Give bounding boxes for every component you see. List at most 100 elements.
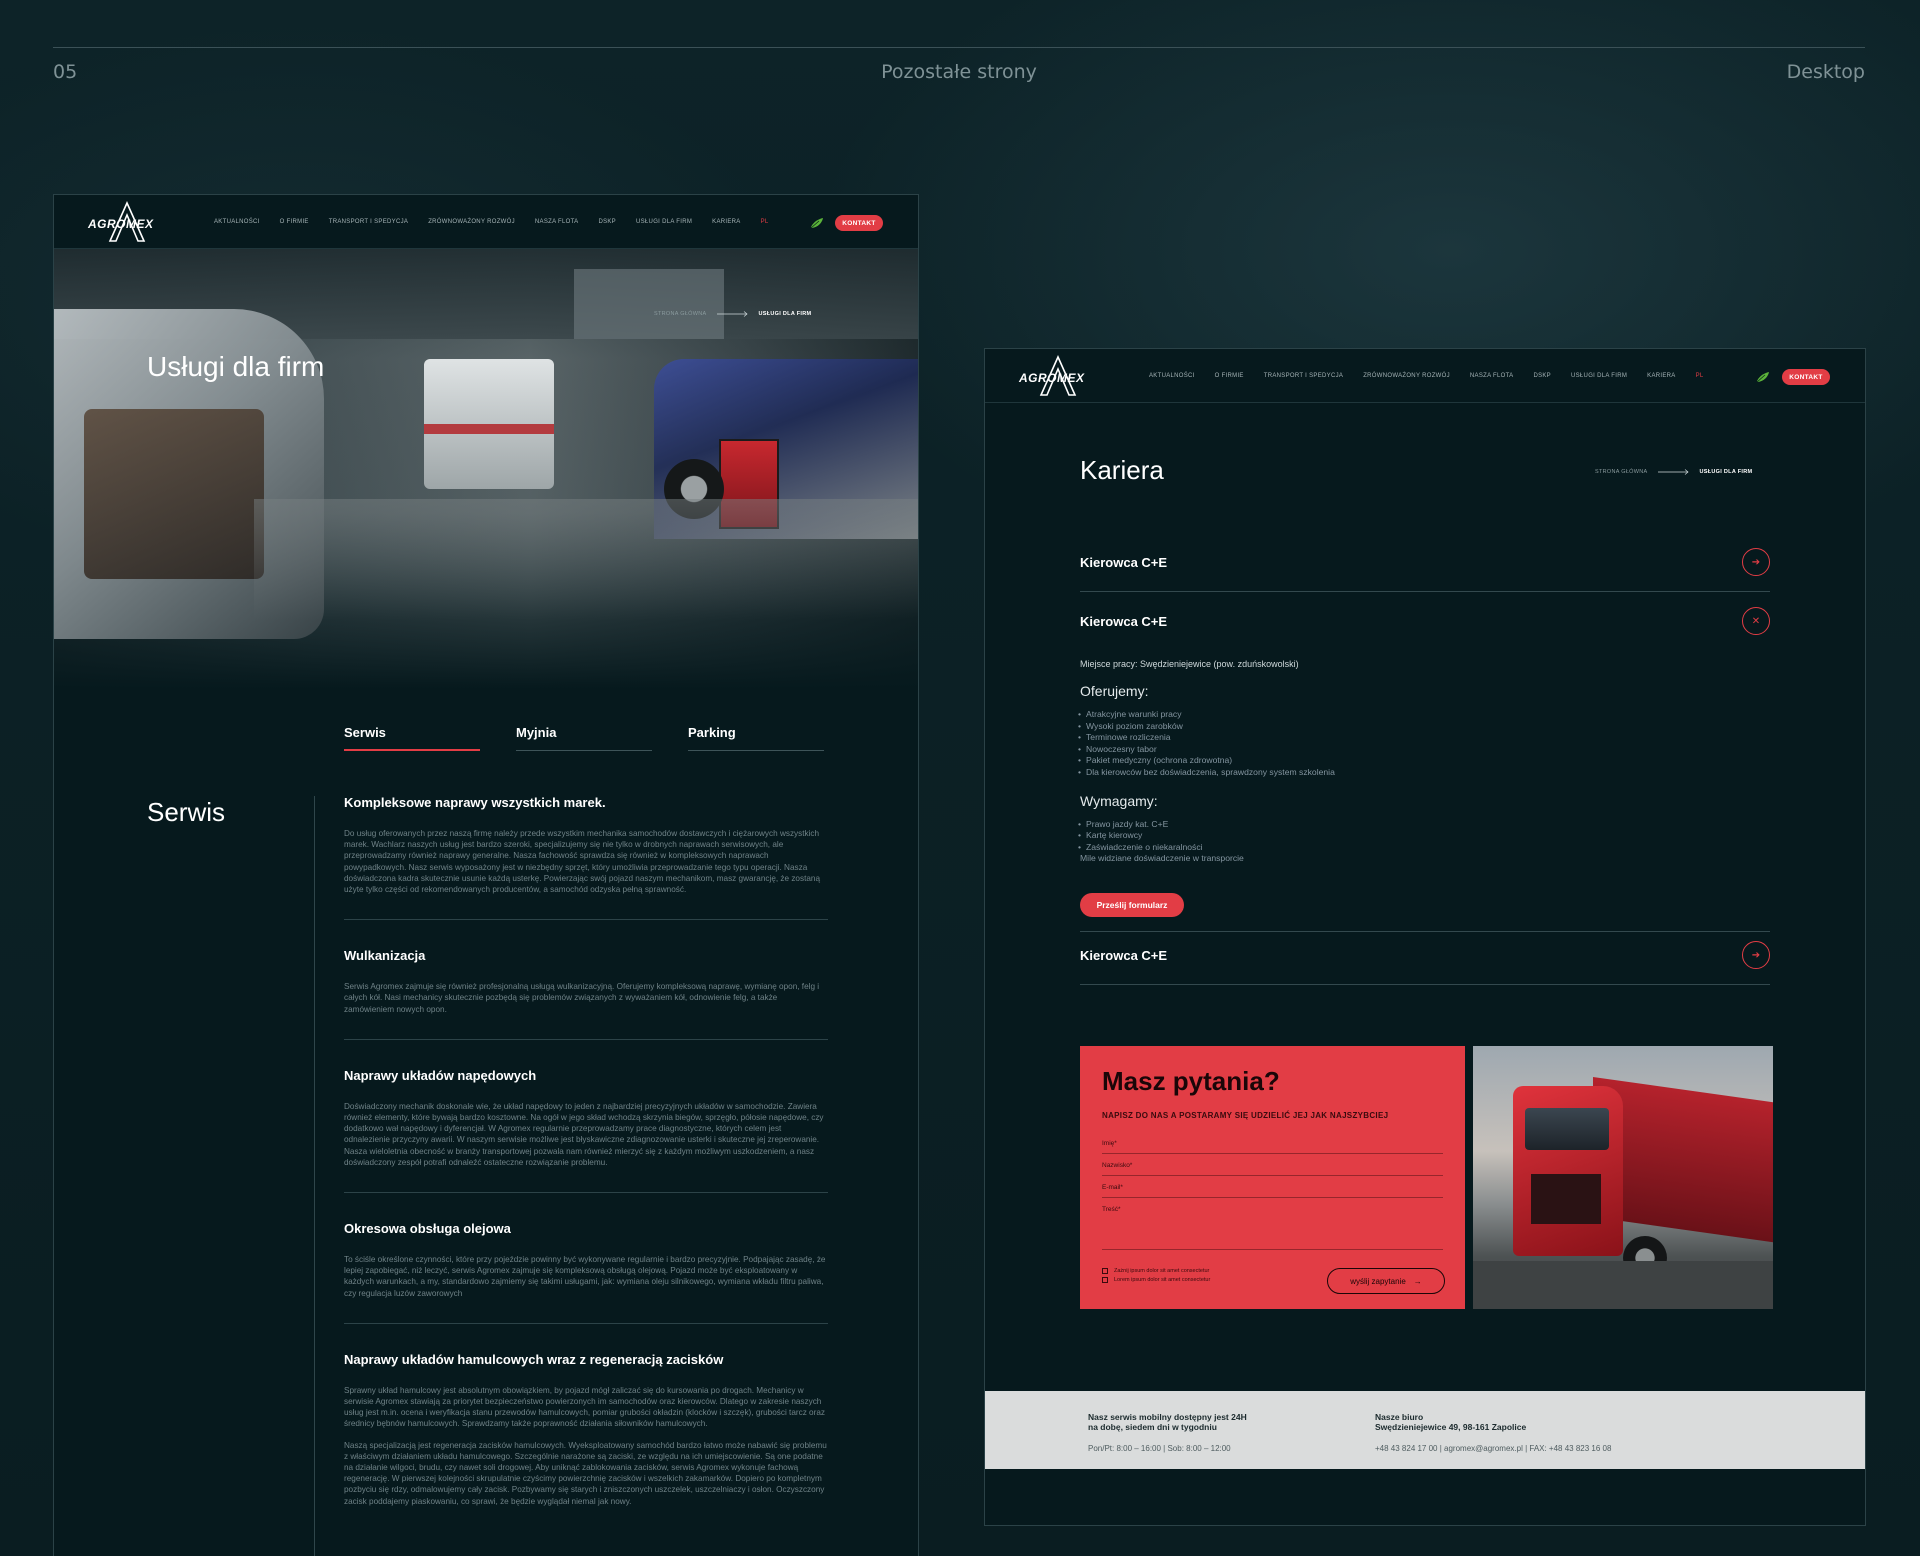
services-list: Kompleksowe naprawy wszystkich marek. Do… — [344, 795, 828, 1556]
job-header[interactable]: Kierowca C+E ➔ — [1080, 941, 1770, 969]
service-text: To ściśle określone czynności, które prz… — [344, 1255, 826, 1298]
first-name-field[interactable]: Imię* — [1102, 1132, 1443, 1154]
breadcrumb-current: USŁUGI DLA FIRM — [1699, 469, 1753, 475]
requirements-heading: Wymagamy: — [1080, 792, 1158, 809]
nav-item-o-firmie[interactable]: O FIRMIE — [280, 219, 309, 225]
breadcrumb-home[interactable]: STRONA GŁÓWNA — [1595, 469, 1648, 475]
job-note: Mile widziane doświadczenie w transporci… — [1080, 853, 1244, 864]
nav-item-aktualnosci[interactable]: AKTUALNOŚCI — [1149, 373, 1195, 379]
list-item: Zaświadczenie o niekaralności — [1078, 842, 1770, 854]
footer-office-address: Swędzieniejewice 49, 98-161 Zapolice — [1375, 1421, 1527, 1432]
logo-text: AGROMEX — [88, 217, 154, 231]
page-title: Kariera — [1080, 455, 1164, 485]
nav-item-uslugi[interactable]: USŁUGI DLA FIRM — [1571, 373, 1627, 379]
nav-item-uslugi[interactable]: USŁUGI DLA FIRM — [636, 219, 692, 225]
breadcrumb: STRONA GŁÓWNA USŁUGI DLA FIRM — [1595, 469, 1752, 475]
vertical-divider — [314, 796, 315, 1556]
contact-form: Masz pytania? NAPISZ DO NAS A POSTARAMY … — [1080, 1046, 1465, 1309]
nav-item-rozwoj[interactable]: ZRÓWNOWAŻONY ROZWÓJ — [428, 219, 515, 225]
language-switch[interactable]: PL — [761, 219, 769, 225]
arrow-right-icon[interactable]: ➔ — [1742, 941, 1770, 969]
contact-subtitle: NAPISZ DO NAS A POSTARAMY SIĘ UDZIELIĆ J… — [1102, 1111, 1389, 1120]
service-text: Doświadczony mechanik doskonale wie, że … — [344, 1101, 824, 1167]
photo-windshield — [1525, 1108, 1609, 1150]
checkbox[interactable] — [1102, 1268, 1108, 1274]
message-field[interactable]: Treść* — [1102, 1198, 1443, 1250]
offer-list: Atrakcyjne warunki pracy Wysoki poziom z… — [1078, 709, 1770, 779]
nav-item-transport[interactable]: TRANSPORT I SPEDYCJA — [329, 219, 408, 225]
form-fields: Imię* Nazwisko* E-mail* Treść* — [1102, 1132, 1443, 1250]
last-name-field[interactable]: Nazwisko* — [1102, 1154, 1443, 1176]
job-accordion-item: Kierowca C+E ➔ — [1080, 548, 1770, 592]
job-location: Miejsce pracy: Swędzieniejewice (pow. zd… — [1080, 659, 1299, 669]
list-item: Terminowe rozliczenia — [1078, 732, 1770, 744]
nav-item-flota[interactable]: NASZA FLOTA — [535, 219, 579, 225]
logo-text: AGROMEX — [1019, 371, 1085, 385]
nav-item-flota[interactable]: NASZA FLOTA — [1470, 373, 1514, 379]
job-header[interactable]: Kierowca C+E ➔ — [1080, 548, 1770, 576]
service-item: Naprawy układów hamulcowych wraz z regen… — [344, 1352, 828, 1531]
nav-item-rozwoj[interactable]: ZRÓWNOWAŻONY ROZWÓJ — [1363, 373, 1450, 379]
section-title: Serwis — [147, 797, 226, 827]
consents: Zażnij ipsum dolor sit amet consectetur … — [1102, 1268, 1210, 1286]
service-text: Do usług oferowanych przez naszą firmę n… — [344, 829, 821, 895]
service-title: Naprawy układów napędowych — [344, 1067, 537, 1083]
nav-item-o-firmie[interactable]: O FIRMIE — [1215, 373, 1244, 379]
checkbox[interactable] — [1102, 1277, 1108, 1283]
breadcrumb: STRONA GŁÓWNA USŁUGI DLA FIRM — [654, 311, 811, 317]
job-header[interactable]: Kierowca C+E ✕ — [1080, 607, 1770, 635]
agromex-logo[interactable]: AGROMEX — [88, 201, 168, 243]
agromex-logo[interactable]: AGROMEX — [1019, 355, 1099, 397]
footer-service: Nasz serwis mobilny dostępny jest 24H na… — [1088, 1412, 1247, 1453]
close-icon[interactable]: ✕ — [1742, 607, 1770, 635]
job-title: Kierowca C+E — [1080, 554, 1168, 570]
hero-image: Usługi dla firm STRONA GŁÓWNA USŁUGI DLA… — [54, 249, 918, 689]
list-item: Kartę kierowcy — [1078, 830, 1770, 842]
submit-form-button[interactable]: Prześlij formularz — [1080, 892, 1184, 917]
tab-parking[interactable]: Parking — [688, 725, 824, 751]
footer-office-details[interactable]: +48 43 824 17 00 | agromex@agromex.pl | … — [1375, 1444, 1611, 1453]
photo-ground — [1473, 1261, 1773, 1309]
nav-links: AKTUALNOŚCI O FIRMIE TRANSPORT I SPEDYCJ… — [1149, 373, 1704, 379]
contact-button[interactable]: KONTAKT — [835, 215, 883, 231]
list-item: Atrakcyjne warunki pracy — [1078, 709, 1770, 721]
list-item: Prawo jazdy kat. C+E — [1078, 819, 1770, 831]
hero-window — [574, 269, 724, 339]
footer-service-hours: Pon/Pt: 8:00 – 16:00 | Sob: 8:00 – 12:00 — [1088, 1444, 1231, 1453]
nav-item-dskp[interactable]: DSKP — [598, 219, 616, 225]
list-item: Nowoczesny tabor — [1078, 744, 1770, 756]
language-switch[interactable]: PL — [1696, 373, 1704, 379]
divider — [1080, 930, 1770, 932]
email-field[interactable]: E-mail* — [1102, 1176, 1443, 1198]
top-navigation: AGROMEX AKTUALNOŚCI O FIRMIE TRANSPORT I… — [54, 195, 918, 249]
nav-item-dskp[interactable]: DSKP — [1533, 373, 1551, 379]
nav-item-aktualnosci[interactable]: AKTUALNOŚCI — [214, 219, 260, 225]
arrow-right-icon: → — [1413, 1276, 1422, 1286]
send-inquiry-button[interactable]: wyślij zapytanie → — [1327, 1268, 1445, 1294]
arrow-right-icon[interactable]: ➔ — [1742, 548, 1770, 576]
top-navigation: AGROMEX AKTUALNOŚCI O FIRMIE TRANSPORT I… — [985, 349, 1865, 403]
send-inquiry-label: wyślij zapytanie — [1350, 1276, 1406, 1286]
leaf-icon — [1756, 372, 1769, 383]
tab-myjnia[interactable]: Myjnia — [516, 725, 652, 751]
consent-row[interactable]: Zażnij ipsum dolor sit amet consectetur — [1102, 1268, 1210, 1274]
nav-item-kariera[interactable]: KARIERA — [1647, 373, 1675, 379]
breadcrumb-arrow-icon — [716, 311, 748, 317]
service-title: Naprawy układów hamulcowych wraz z regen… — [344, 1351, 724, 1367]
job-accordion-item-expanded: Kierowca C+E ✕ Miejsce pracy: Swędzienie… — [1078, 607, 1770, 932]
consent-row[interactable]: Lorem ipsum dolor sit amet consectetur — [1102, 1277, 1210, 1283]
divider — [1080, 984, 1770, 985]
list-item: Dla kierowców bez doświadczenia, sprawdz… — [1078, 767, 1770, 779]
divider — [1080, 591, 1770, 592]
footer-info-bar: Nasz serwis mobilny dostępny jest 24H na… — [985, 1391, 1865, 1469]
nav-item-kariera[interactable]: KARIERA — [712, 219, 740, 225]
footer-service-heading-2: na dobę, siedem dni w tygodniu — [1088, 1421, 1217, 1432]
nav-links: AKTUALNOŚCI O FIRMIE TRANSPORT I SPEDYCJ… — [214, 219, 769, 225]
breadcrumb-home[interactable]: STRONA GŁÓWNA — [654, 311, 707, 317]
device-label: Desktop — [1786, 61, 1865, 83]
tab-serwis[interactable]: Serwis — [344, 725, 480, 751]
nav-item-transport[interactable]: TRANSPORT I SPEDYCJA — [1264, 373, 1343, 379]
footer-office: Nasze biuro Swędzieniejewice 49, 98-161 … — [1375, 1412, 1611, 1453]
contact-button[interactable]: KONTAKT — [1782, 369, 1830, 385]
service-title: Kompleksowe naprawy wszystkich marek. — [344, 795, 606, 810]
